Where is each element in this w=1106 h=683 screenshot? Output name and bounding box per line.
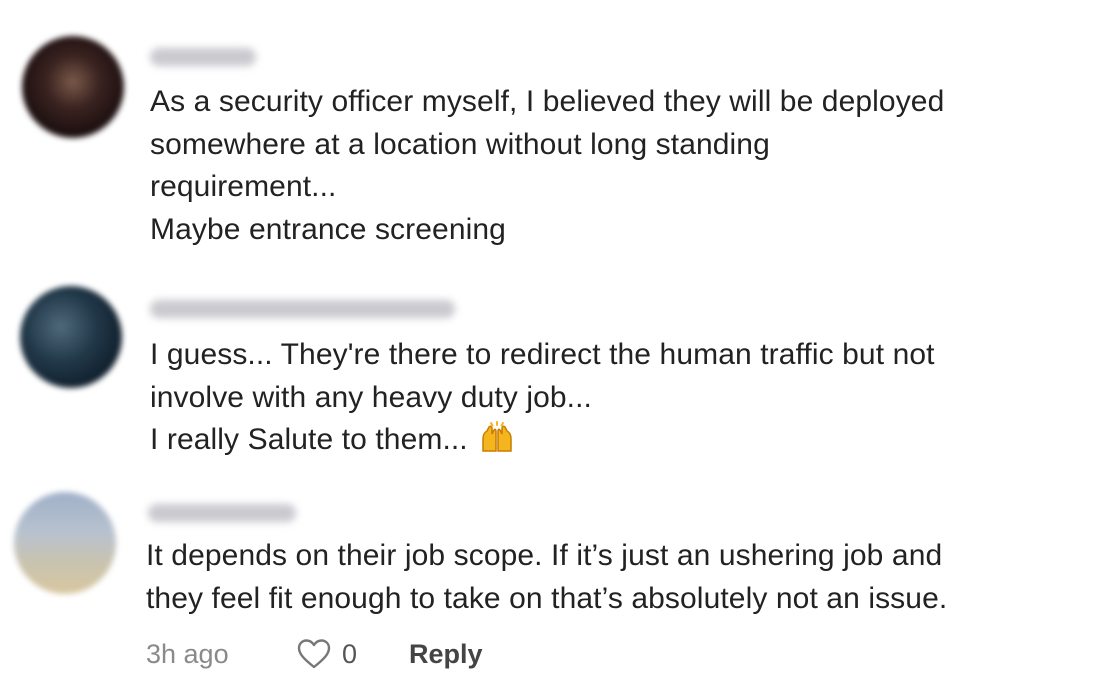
reply-button[interactable]: Reply: [409, 639, 483, 670]
like-count: 0: [342, 638, 358, 669]
comment-line: they feel fit enough to take on that’s a…: [146, 581, 948, 615]
raising-hands-emoji-icon: [480, 421, 514, 453]
username-blurred[interactable]: [150, 300, 455, 318]
comment-item: As a security officer myself, I believed…: [0, 0, 1106, 270]
avatar[interactable]: [22, 36, 124, 138]
comment-text: I guess... They're there to redirect the…: [150, 334, 935, 462]
comment-line: I guess... They're there to redirect the…: [150, 338, 935, 371]
avatar[interactable]: [20, 286, 122, 388]
comment-meta-row: 3h ago 0 Reply: [146, 632, 483, 676]
username-blurred[interactable]: [150, 48, 256, 66]
timestamp: 3h ago: [146, 638, 229, 669]
comment-line: I really Salute to them...: [150, 419, 935, 462]
comment-line-text: I really Salute to them...: [150, 423, 468, 456]
comment-line: Maybe entrance screening: [150, 212, 506, 246]
comment-line: requirement...: [150, 170, 337, 203]
comment-text: It depends on their job scope. If it’s j…: [146, 535, 947, 620]
heart-outline-icon[interactable]: [296, 638, 332, 670]
avatar[interactable]: [14, 492, 116, 594]
like-button[interactable]: 0: [296, 638, 357, 670]
comment-line: somewhere at a location without long sta…: [150, 127, 770, 161]
comment-item: I guess... They're there to redirect the…: [0, 270, 1106, 480]
comment-text: As a security officer myself, I believed…: [150, 81, 944, 251]
comment-line: It depends on their job scope. If it’s j…: [146, 539, 943, 572]
username-blurred[interactable]: [148, 504, 296, 522]
comment-line: As a security officer myself, I believed…: [150, 85, 945, 118]
comment-line: involve with any heavy duty job...: [150, 380, 592, 414]
